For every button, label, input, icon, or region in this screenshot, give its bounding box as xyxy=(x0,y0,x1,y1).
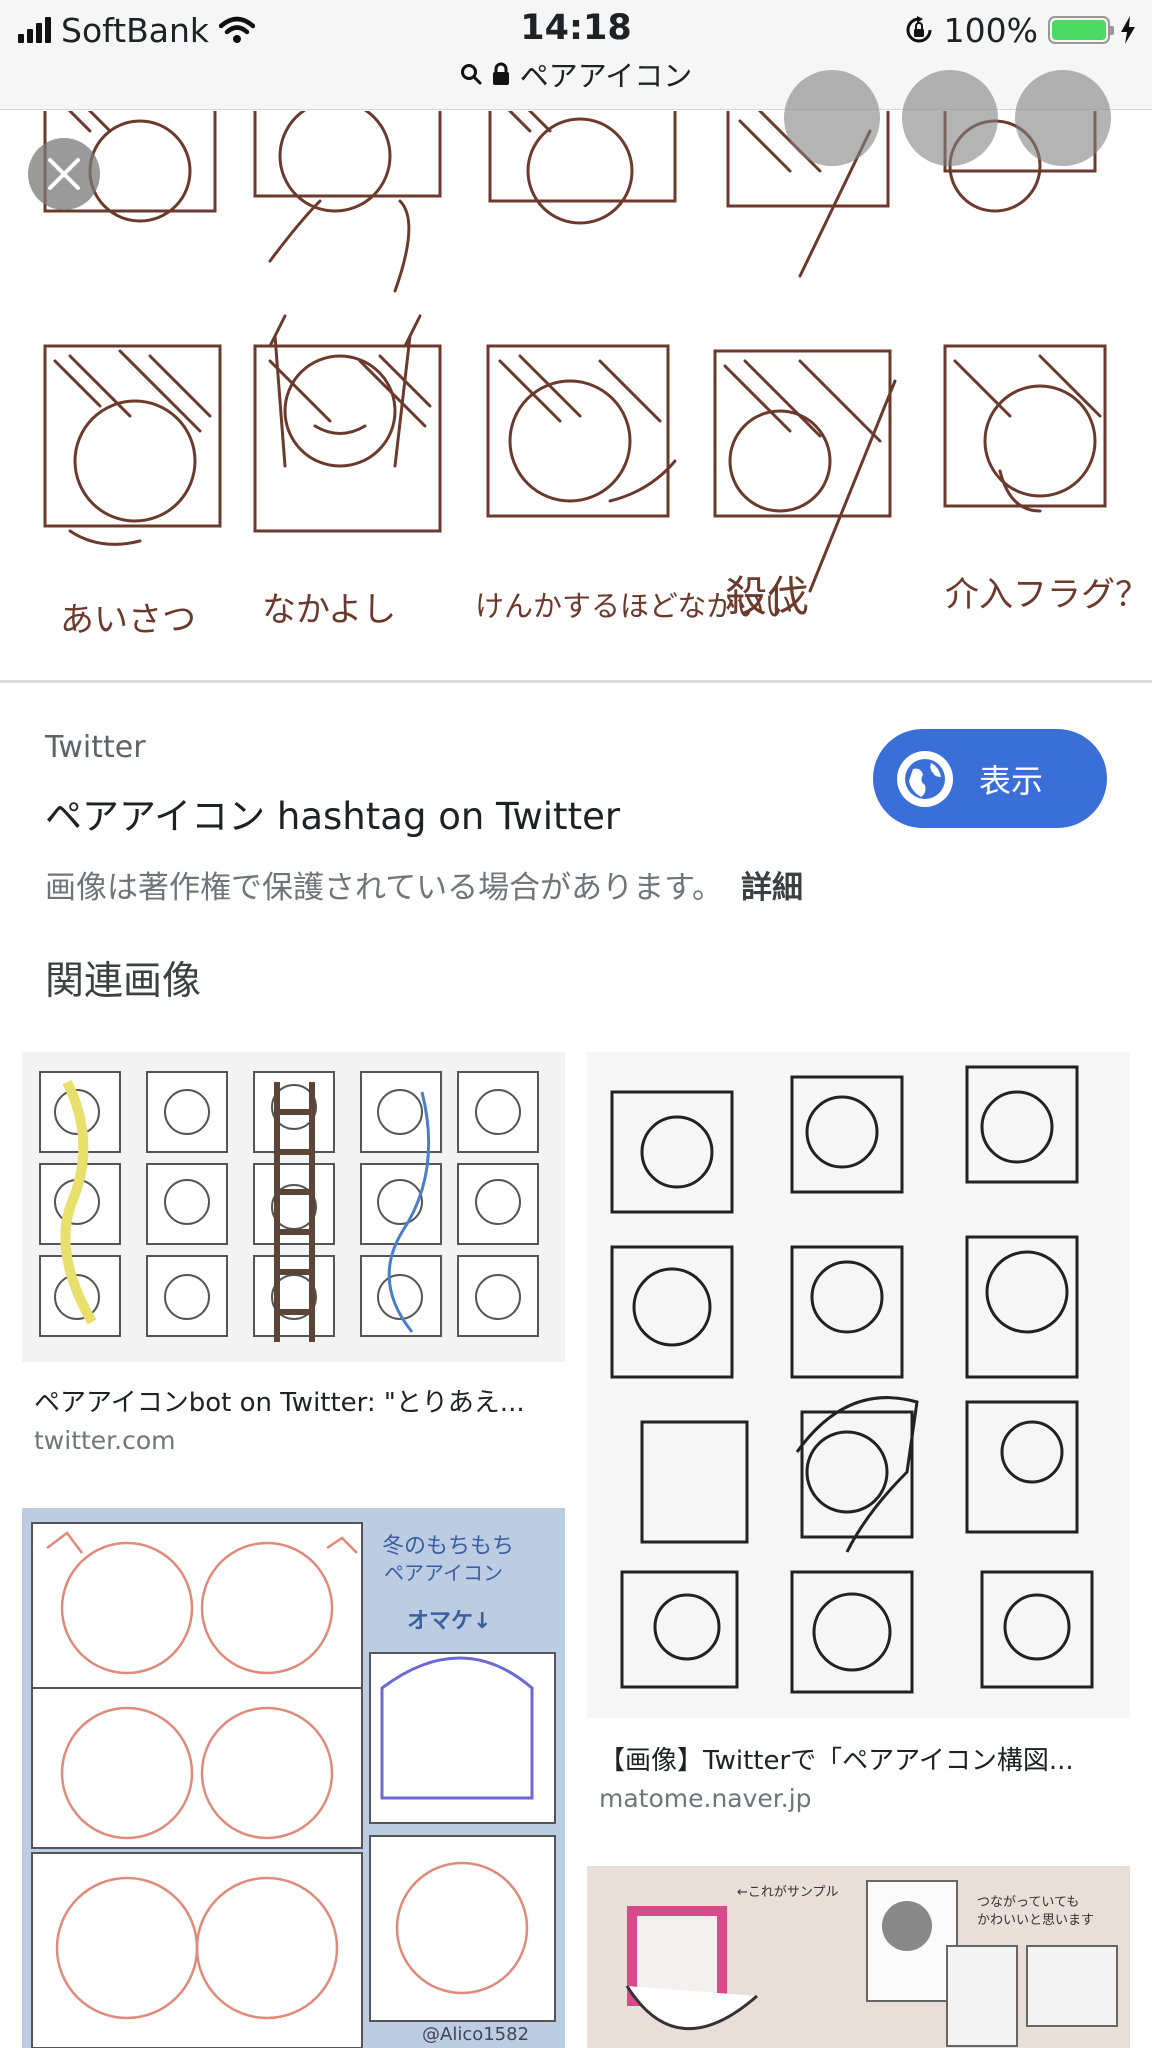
related-caption-2[interactable]: 【画像】Twitterで「ペアアイコン構図... xyxy=(599,1740,1119,1777)
related-image-3-sketch: 冬のもちもち ペアアイコン オマケ↓ @Alico1582 xyxy=(31,1522,556,2048)
bookmark-button[interactable] xyxy=(1015,70,1111,166)
charging-bolt-icon xyxy=(1121,16,1135,44)
image-3-title-1: 冬のもちもち xyxy=(382,1534,514,1559)
close-button[interactable] xyxy=(28,138,100,210)
hero-divider xyxy=(0,680,1152,683)
related-image-1-sketch xyxy=(39,1071,539,1342)
related-images-heading: 関連画像 xyxy=(45,959,202,1004)
more-link[interactable]: 詳細 xyxy=(741,870,803,906)
hero-image[interactable]: あいさつ なかよし けんかするほどなかいい 殺伐 介入フラグ？ xyxy=(0,111,1152,681)
save-button[interactable] xyxy=(902,70,998,166)
image-3-title-2: ペアアイコン xyxy=(384,1561,503,1585)
image-4-note-1: ←これがサンプル xyxy=(737,1885,839,1900)
sketch-illustration: あいさつ なかよし けんかするほどなかいい 殺伐 介入フラグ？ xyxy=(43,111,1149,640)
close-icon xyxy=(48,158,80,190)
related-domain-2: matome.naver.jp xyxy=(599,1784,812,1813)
copyright-notice: 画像は著作権で保護されている場合があります。 詳細 xyxy=(45,862,803,907)
related-image-3[interactable]: 冬のもちもち ペアアイコン オマケ↓ @Alico1582 xyxy=(22,1508,565,2048)
hero-caption-hostile: 殺伐 xyxy=(725,572,809,621)
orientation-lock-icon xyxy=(906,16,932,43)
lock-icon xyxy=(492,62,509,85)
sketch-frame xyxy=(253,111,442,198)
source-title[interactable]: ペアアイコン hashtag on Twitter xyxy=(45,786,620,840)
globe-icon xyxy=(897,750,953,807)
related-image-2-sketch xyxy=(610,1065,1094,1694)
related-image-4-sketch: ←これがサンプル つながっていても かわいいと思います xyxy=(625,1880,1118,2047)
image-4-note-3: かわいいと思います xyxy=(977,1913,1094,1928)
copyright-text: 画像は著作権で保護されている場合があります。 xyxy=(45,870,723,906)
related-caption-1[interactable]: ペアアイコンbot on Twitter: "とりあえ... xyxy=(34,1382,554,1419)
image-3-author: @Alico1582 xyxy=(422,2024,529,2045)
sketch-frame xyxy=(488,111,677,203)
source-site: Twitter xyxy=(45,730,146,765)
battery-percent: 100% xyxy=(943,10,1038,50)
hero-caption-intervene: 介入フラグ？ xyxy=(945,575,1149,615)
visit-button[interactable]: 表示 xyxy=(873,729,1107,828)
image-4-note-2: つながっていても xyxy=(977,1895,1079,1910)
status-right: 100% xyxy=(904,10,1136,50)
hero-caption-greeting: あいさつ xyxy=(60,600,196,640)
related-image-4[interactable]: ←これがサンプル つながっていても かわいいと思います xyxy=(587,1866,1130,2048)
visit-label: 表示 xyxy=(979,761,1044,800)
related-domain-1: twitter.com xyxy=(34,1426,176,1455)
related-image-2[interactable] xyxy=(587,1052,1130,1718)
url-text: ペアアイコン xyxy=(519,59,693,93)
sketch-frame xyxy=(43,344,222,528)
share-button[interactable] xyxy=(784,70,880,166)
related-image-1[interactable] xyxy=(22,1052,565,1362)
hero-caption-friends: なかよし xyxy=(262,590,396,630)
sketch-frame xyxy=(943,344,1107,508)
image-3-extra: オマケ↓ xyxy=(407,1609,491,1634)
search-icon xyxy=(460,64,482,85)
battery-icon xyxy=(1048,16,1114,44)
